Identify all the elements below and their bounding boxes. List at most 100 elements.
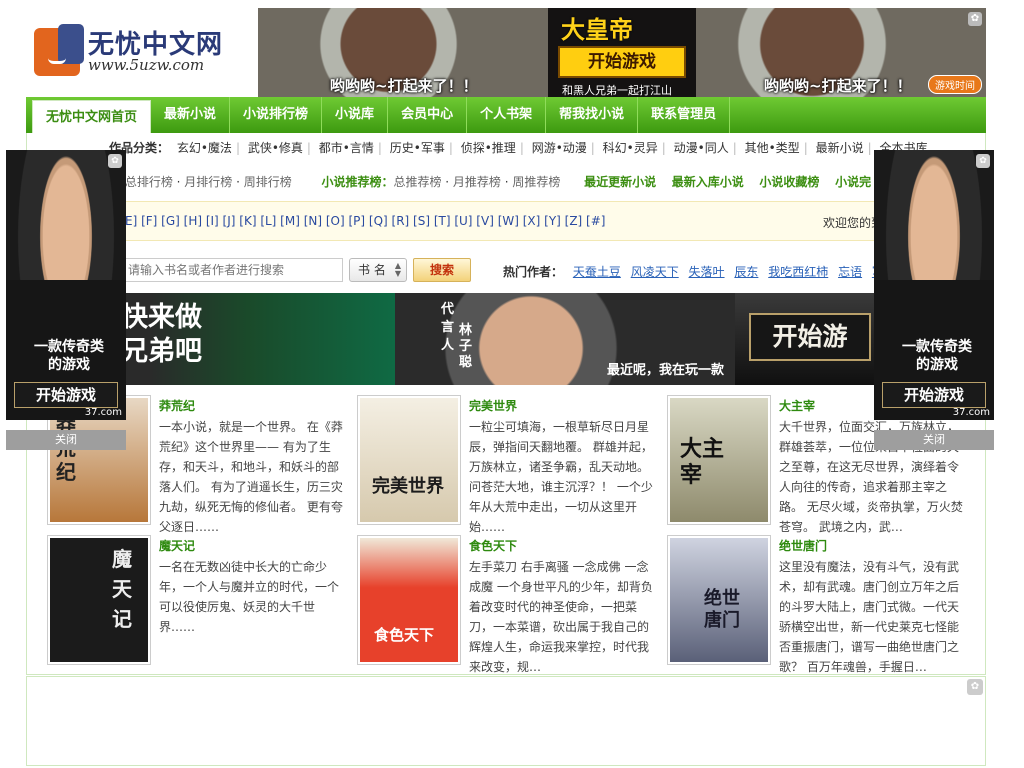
nav-item-find-novel[interactable]: 帮我找小说 (546, 97, 639, 133)
book-cover[interactable]: 绝世唐门 (667, 535, 771, 665)
hot-author-link[interactable]: 我吃西红柿 (768, 265, 828, 279)
category-link[interactable]: 科幻•灵异 (603, 141, 658, 155)
rank-link[interactable]: 周推荐榜 (512, 175, 560, 189)
category-bar: 作品分类： 玄幻•魔法 | 武侠•修真 | 都市•言情 | 历史•军事 | 侦探•推理 |… (109, 141, 928, 155)
main-nav: 无忧中文网首页 最新小说 小说排行榜 小说库 会员中心 个人书架 帮我找小说 联… (26, 97, 986, 133)
hot-author-link[interactable]: 风凌天下 (631, 265, 679, 279)
category-link[interactable]: 网游•动漫 (532, 141, 587, 155)
banner-start-button[interactable]: 开始游 (749, 313, 871, 361)
search-button[interactable]: 搜索 (413, 258, 471, 282)
hot-authors: 热门作者： 天蚕土豆 风凌天下 失落叶 辰东 我吃西红柿 忘语 写字 (503, 263, 896, 280)
rank-link[interactable]: 周排行榜 (244, 175, 292, 189)
banner-caption: 最近呢，我在玩一款 (607, 363, 725, 378)
alphabet-letters[interactable]: E] [F] [G] [H] [I] [J] [K] [L] [M] [N] [… (125, 214, 605, 228)
nav-item-contact[interactable]: 联系管理员 (638, 97, 731, 133)
nav-item-bookshelf[interactable]: 个人书架 (467, 97, 547, 133)
category-link[interactable]: 动漫•同人 (674, 141, 729, 155)
rank-link[interactable]: 小说完 (835, 175, 871, 189)
logo-url: www.5uzw.com (88, 56, 205, 74)
category-link[interactable]: 都市•言情 (319, 141, 374, 155)
book-description: 这里没有魔法，没有斗气，没有武术，却有武魂。唐门创立万年之后的斗罗大陆上，唐门式… (779, 560, 960, 674)
category-link[interactable]: 其他•类型 (745, 141, 800, 155)
hot-author-link[interactable]: 辰东 (734, 265, 758, 279)
ad-play-link[interactable]: 游戏时间 (928, 75, 982, 94)
page: 无忧中文网 www.5uzw.com 哟哟哟~打起来了！！ 哟哟哟~打起来了！！… (0, 0, 1024, 768)
rank-link[interactable]: 最近更新小说 (584, 175, 656, 189)
paw-icon[interactable]: ✿ (968, 12, 982, 26)
ad-start-game-button[interactable]: 开始游戏 (558, 46, 686, 78)
rank-bar: 总排行榜 · 月排行榜 · 周排行榜 小说推荐榜：总推荐榜 · 月推荐榜 · 周… (124, 175, 872, 189)
book-card[interactable]: 魔天记 魔天记 一名在无数凶徒中长大的亡命少年，一个人与魔并立的时代，一个可以役… (47, 535, 347, 665)
paw-icon[interactable]: ✿ (967, 679, 983, 695)
search-input[interactable] (121, 258, 343, 282)
alphabet-index: E] [F] [G] [H] [I] [J] [K] [L] [M] [N] [… (27, 201, 985, 241)
close-ad-button[interactable]: 关闭 (6, 430, 126, 450)
rank-link[interactable]: 小说收藏榜 (759, 175, 819, 189)
book-card[interactable]: 绝世唐门 绝世唐门 这里没有魔法，没有斗气，没有武术，却有武魂。唐门创立万年之后… (667, 535, 967, 674)
ad-text: 一款传奇类 的游戏 (34, 339, 104, 373)
rank-link[interactable]: 总排行榜 (125, 175, 173, 189)
close-ad-button[interactable]: 关闭 (874, 430, 994, 450)
rank-link[interactable]: 最新入库小说 (672, 175, 744, 189)
book-card[interactable]: 完美世界 完美世界 一粒尘可填海，一根草斩尽日月星辰，弹指间天翻地覆。 群雄并起… (357, 395, 657, 534)
left-floating-ad[interactable]: 一款传奇类 的游戏 开始游戏 37.com ✿ 关闭 (6, 150, 126, 450)
nav-item-member[interactable]: 会员中心 (388, 97, 468, 133)
book-cover[interactable]: 食色天下 (357, 535, 461, 665)
rank-link[interactable]: 月推荐榜 (453, 175, 501, 189)
category-link[interactable]: 最新小说 (816, 141, 864, 155)
category-link[interactable]: 武侠•修真 (248, 141, 303, 155)
book-title[interactable]: 完美世界 (469, 397, 517, 414)
book-description: 一本小说，就是一个世界。 在《莽荒纪》这个世界里—— 有为了生存，和天斗，和地斗… (159, 420, 343, 534)
book-title[interactable]: 莽荒纪 (159, 397, 195, 414)
paw-icon[interactable]: ✿ (976, 154, 990, 168)
search-bar: 书 名 ▲▼ 搜索 热门作者： 天蚕土豆 风凌天下 失落叶 辰东 我吃西红柿 忘… (27, 258, 985, 284)
ad-caption-right: 哟哟哟~打起来了！！ (764, 77, 912, 95)
book-cover[interactable]: 完美世界 (357, 395, 461, 525)
hot-author-link[interactable]: 失落叶 (689, 265, 725, 279)
category-link[interactable]: 历史•军事 (390, 141, 445, 155)
banner-left-text: 快来做 兄弟吧 (121, 302, 202, 367)
category-link[interactable]: 玄幻•魔法 (177, 141, 232, 155)
book-title[interactable]: 绝世唐门 (779, 537, 827, 554)
search-type-value: 书 名 (358, 263, 386, 277)
book-description: 左手菜刀 右手离骚 一念成佛 一念成魔 一个身世平凡的少年，却背负着改变时代的神… (469, 560, 653, 674)
nav-item-latest[interactable]: 最新小说 (151, 97, 231, 133)
paw-icon[interactable]: ✿ (108, 154, 122, 168)
book-cover[interactable]: 大主宰 (667, 395, 771, 525)
category-link[interactable]: 侦探•推理 (461, 141, 516, 155)
hot-author-link[interactable]: 忘语 (838, 265, 862, 279)
hot-author-link[interactable]: 天蚕土豆 (573, 265, 621, 279)
game-banner-ad[interactable]: 快来做 兄弟吧 代言人 林子聪 最近呢，我在玩一款 开始游 (27, 293, 985, 385)
book-cover[interactable]: 魔天记 (47, 535, 151, 665)
ad-subtitle: 和黑人兄弟一起打江山 (562, 84, 672, 97)
recommend-heading: 小说推荐榜： (321, 175, 394, 189)
ad-brand: 37.com (952, 407, 990, 418)
book-title[interactable]: 食色天下 (469, 537, 517, 554)
book-description: 一名在无数凶徒中长大的亡命少年，一个人与魔并立的时代，一个可以役使厉鬼、妖灵的大… (159, 560, 340, 634)
top-banner-ad[interactable]: 哟哟哟~打起来了！！ 哟哟哟~打起来了！！ 大皇帝 开始游戏 和黑人兄弟一起打江… (258, 8, 986, 98)
bottom-ad-box: ✿ (26, 676, 986, 766)
hot-authors-label: 热门作者： (503, 265, 564, 279)
ad-start-game-button[interactable]: 开始游戏 (882, 382, 986, 408)
right-floating-ad[interactable]: 一款传奇类 的游戏 开始游戏 37.com ✿ 关闭 (874, 150, 994, 450)
nav-item-home[interactable]: 无忧中文网首页 (32, 100, 152, 133)
ad-brand: 37.com (84, 407, 122, 418)
book-card[interactable]: 食色天下 食色天下 左手菜刀 右手离骚 一念成佛 一念成魔 一个身世平凡的少年，… (357, 535, 657, 674)
banner-spokesman-name: 林子聪 (459, 323, 473, 370)
rank-link[interactable]: 月排行榜 (184, 175, 232, 189)
nav-item-library[interactable]: 小说库 (322, 97, 389, 133)
banner-spokesman-label: 代言人 (441, 302, 455, 353)
ad-caption-left: 哟哟哟~打起来了！！ (330, 77, 478, 95)
main-content: 作品分类： 玄幻•魔法 | 武侠•修真 | 都市•言情 | 历史•军事 | 侦探•推理 |… (26, 133, 986, 675)
ad-start-game-button[interactable]: 开始游戏 (14, 382, 118, 408)
ad-text: 一款传奇类 的游戏 (902, 339, 972, 373)
book-title[interactable]: 大主宰 (779, 397, 815, 414)
ad-photo (874, 150, 994, 420)
rank-link[interactable]: 总推荐榜 (393, 175, 441, 189)
book-title[interactable]: 魔天记 (159, 537, 195, 554)
ad-game-title: 大皇帝 (561, 15, 633, 44)
nav-item-rank[interactable]: 小说排行榜 (230, 97, 323, 133)
book-description: 一粒尘可填海，一根草斩尽日月星辰，弹指间天翻地覆。 群雄并起，万族林立，诸圣争霸… (469, 420, 653, 534)
site-logo[interactable]: 无忧中文网 www.5uzw.com (34, 22, 244, 78)
search-type-select[interactable]: 书 名 ▲ ▼ (349, 258, 407, 282)
